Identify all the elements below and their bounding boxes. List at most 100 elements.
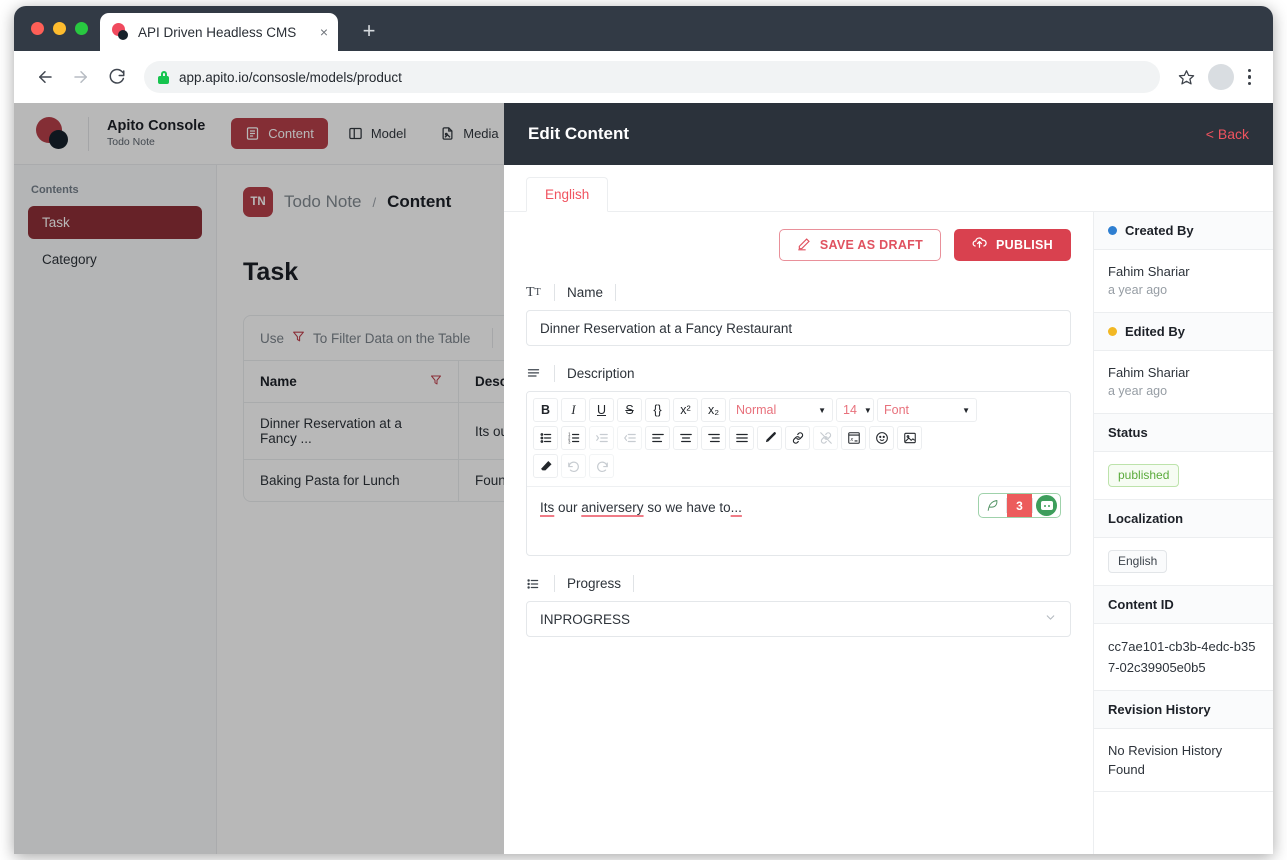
svg-text:x: x (849, 437, 853, 443)
toolbar-row-3 (533, 454, 1064, 478)
progress-field-group: Progress INPROGRESS (526, 575, 1071, 637)
name-input[interactable]: Dinner Reservation at a Fancy Restaurant (526, 310, 1071, 346)
status-dot-yellow (1108, 327, 1117, 336)
subscript-icon[interactable]: x₂ (701, 398, 726, 422)
edit-content-modal: Edit Content < Back English SAVE AS DRAF… (504, 103, 1273, 854)
text-format-icon: TT (526, 284, 541, 300)
kebab-menu-icon[interactable] (1240, 65, 1260, 90)
chevron-down-icon (1044, 611, 1057, 627)
back-button[interactable]: < Back (1206, 126, 1249, 142)
grammar-robot-icon[interactable] (1033, 494, 1060, 517)
heading-style-dropdown[interactable]: Normal ▼ (729, 398, 833, 422)
link-icon[interactable] (785, 426, 810, 450)
close-icon[interactable]: × (320, 25, 328, 39)
align-left-icon[interactable] (645, 426, 670, 450)
rich-text-editor: B I U S {} x² x₂ Normal ▼ 14 ▼ Font ▼ 1 … (526, 391, 1071, 556)
chevron-down-icon: ▼ (818, 405, 826, 415)
user-name: Fahim Shariar (1108, 365, 1190, 380)
bold-icon[interactable]: B (533, 398, 558, 422)
divider (554, 365, 555, 382)
timestamp: a year ago (1108, 283, 1168, 297)
paragraph-icon (526, 366, 542, 381)
dropdown-value: 14 (843, 403, 857, 417)
numbered-list-icon[interactable]: 123 (561, 426, 586, 450)
unlink-icon[interactable] (813, 426, 838, 450)
tab-strip: API Driven Headless CMS × + (14, 6, 1273, 51)
minimize-window-button[interactable] (53, 22, 66, 35)
strikethrough-icon[interactable]: S (617, 398, 642, 422)
upload-cloud-icon (972, 236, 987, 254)
code-block-icon[interactable]: {} (645, 398, 670, 422)
divider (615, 284, 617, 301)
field-label-row: TT Name (526, 284, 1071, 301)
undo-icon[interactable] (561, 454, 586, 478)
font-size-dropdown[interactable]: 14 ▼ (836, 398, 874, 422)
editor-text-part: our (554, 500, 582, 515)
forward-arrow-icon[interactable] (64, 60, 98, 94)
pen-highlight-icon[interactable] (757, 426, 782, 450)
font-family-dropdown[interactable]: Font ▼ (877, 398, 977, 422)
action-buttons: SAVE AS DRAFT PUBLISH (526, 229, 1071, 261)
italic-icon[interactable]: I (561, 398, 586, 422)
button-label: PUBLISH (996, 238, 1053, 252)
underline-icon[interactable]: U (589, 398, 614, 422)
locale-badge[interactable]: English (1108, 550, 1168, 573)
description-field-group: Description B I U S {} x² x₂ Normal ▼ 14… (526, 365, 1071, 556)
browser-tab[interactable]: API Driven Headless CMS × (100, 13, 338, 51)
editor-text-part: ... (730, 500, 742, 515)
toolbar-row-1: B I U S {} x² x₂ Normal ▼ 14 ▼ Font ▼ (533, 398, 1064, 422)
editor-content-area[interactable]: Its our aniversery so we have to... 3 (527, 487, 1070, 555)
field-label-row: Progress (526, 575, 1071, 592)
edited-by-heading: Edited By (1094, 313, 1273, 351)
publish-button[interactable]: PUBLISH (954, 229, 1071, 261)
superscript-icon[interactable]: x² (673, 398, 698, 422)
user-name: Fahim Shariar (1108, 264, 1190, 279)
profile-avatar-icon[interactable] (1207, 64, 1234, 90)
localization-value: English (1094, 538, 1273, 586)
apito-favicon-icon (112, 23, 130, 41)
progress-select[interactable]: INPROGRESS (526, 601, 1071, 637)
form-column: SAVE AS DRAFT PUBLISH TT Name Dinner Res… (504, 212, 1093, 854)
align-right-icon[interactable] (701, 426, 726, 450)
status-heading: Status (1094, 414, 1273, 452)
grammar-assistant-widget[interactable]: 3 (978, 493, 1061, 518)
clear-format-eraser-icon[interactable] (533, 454, 558, 478)
created-by-heading: Created By (1094, 212, 1273, 250)
chevron-down-icon: ▼ (863, 405, 872, 415)
content-id-text: cc7ae101-cb3b-4edc-b357-02c39905e0b5 (1108, 639, 1256, 675)
maximize-window-button[interactable] (75, 22, 88, 35)
dropdown-value: Font (884, 403, 910, 417)
field-label: Progress (567, 576, 622, 591)
language-tabs: English (504, 165, 1273, 212)
redo-icon[interactable] (589, 454, 614, 478)
timestamp: a year ago (1108, 384, 1168, 398)
modal-title: Edit Content (528, 124, 630, 143)
emoji-icon[interactable] (869, 426, 894, 450)
reload-icon[interactable] (100, 60, 134, 94)
address-bar[interactable]: app.apito.io/consosle/models/product (144, 61, 1160, 93)
star-icon[interactable] (1172, 62, 1202, 92)
insert-image-icon[interactable] (897, 426, 922, 450)
browser-window: API Driven Headless CMS × + app.apito.io… (14, 6, 1273, 854)
align-justify-icon[interactable] (729, 426, 754, 450)
formula-icon[interactable]: x (841, 426, 866, 450)
back-arrow-icon[interactable] (28, 60, 62, 94)
grammar-issue-count[interactable]: 3 (1007, 494, 1032, 517)
indent-decrease-icon[interactable] (617, 426, 642, 450)
feather-quill-icon[interactable] (979, 494, 1006, 517)
revision-history-value: No Revision History Found (1094, 729, 1273, 792)
editor-text-part: so we have to (643, 500, 731, 515)
close-window-button[interactable] (31, 22, 44, 35)
tab-english[interactable]: English (526, 177, 609, 212)
localization-heading: Localization (1094, 500, 1273, 538)
indent-increase-icon[interactable] (589, 426, 614, 450)
save-as-draft-button[interactable]: SAVE AS DRAFT (778, 229, 942, 261)
status-dot-blue (1108, 226, 1117, 235)
status-value: published (1094, 452, 1273, 500)
pencil-icon (797, 237, 811, 254)
align-center-icon[interactable] (673, 426, 698, 450)
bulleted-list-icon[interactable] (533, 426, 558, 450)
new-tab-button[interactable]: + (356, 19, 382, 45)
tab-title: API Driven Headless CMS (138, 24, 297, 40)
heading-label: Created By (1125, 223, 1194, 238)
